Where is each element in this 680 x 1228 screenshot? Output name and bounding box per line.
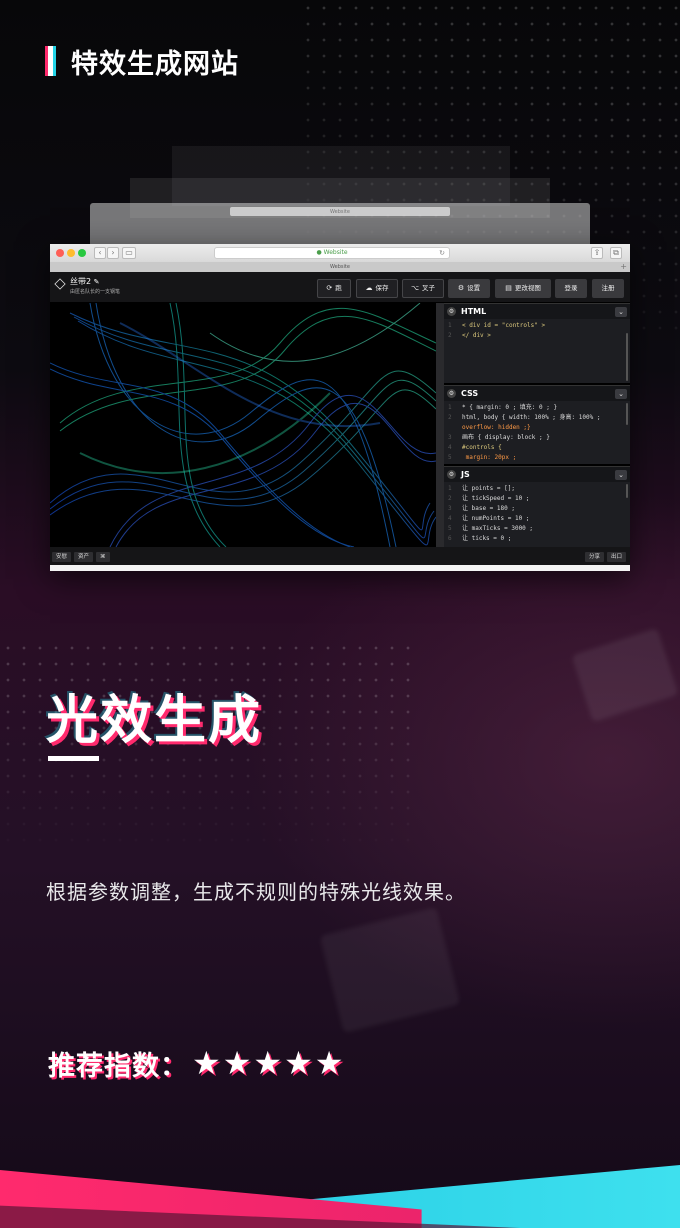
code-line: 3 画布 { display: block ; }: [448, 434, 550, 441]
code-line: overflow: hidden ;}: [462, 424, 531, 431]
layout-icon: ▤: [505, 284, 512, 292]
editor-workspace: ⚙ HTML ⌄ 1 < div id = "controls" > 2 </ di…: [50, 303, 630, 547]
dot-pattern-middle: [0, 640, 420, 870]
tab-bar: Website +: [50, 262, 630, 272]
js-panel: ⚙ JS ⌄ 1让 points = []; 2让 tickSpeed = 10…: [444, 466, 630, 547]
gear-icon[interactable]: ⚙: [447, 389, 456, 398]
header-accent-bar: [48, 46, 53, 76]
css-panel-title: CSS: [461, 389, 479, 398]
light-effect-preview[interactable]: [50, 303, 436, 547]
code-line: 2 html, body { width: 100% ; 身高: 100% ;: [448, 414, 601, 421]
code-line: 3让 base = 180 ;: [448, 505, 515, 512]
pencil-icon[interactable]: ✎: [94, 278, 100, 286]
chevron-down-icon[interactable]: ⌄: [615, 389, 627, 399]
chevron-down-icon[interactable]: ⌄: [615, 307, 627, 317]
browser-window: ‹ › ▭ ● Website ↻ ⇪ ⧉ Website + 丝带2 ✎ 由匿…: [50, 244, 630, 571]
editor-topbar: 丝带2 ✎ 由匿名队长的一支钢笔 ⟳ 跑 ☁ 保存 ⌥ 叉子 ⚙ 设置 ▤ 更改视图 登录…: [50, 272, 630, 303]
maximize-window-button[interactable]: [78, 249, 86, 257]
feature-title-underline: [48, 756, 99, 761]
scrollbar[interactable]: [626, 333, 628, 381]
pen-author: 由匿名队长的一支钢笔: [70, 289, 121, 295]
scrollbar[interactable]: [626, 403, 628, 425]
new-tab-icon[interactable]: +: [620, 262, 627, 272]
address-bar[interactable]: ● Website ↻: [214, 247, 450, 259]
blurred-card-decoration: [319, 906, 461, 1034]
run-button[interactable]: ⟳ 跑: [317, 279, 351, 298]
forward-arrow-icon[interactable]: ›: [107, 247, 119, 259]
feature-title: 光效生成: [46, 691, 263, 751]
css-code[interactable]: 1 * { margin: 0 ; 填充: 0 ; } 2 html, body {…: [444, 401, 630, 463]
assets-button[interactable]: 资产: [74, 552, 94, 562]
tab-title[interactable]: Website: [330, 264, 350, 270]
back-arrow-icon[interactable]: ‹: [94, 247, 106, 259]
blurred-card-decoration: [571, 627, 679, 723]
recommendation-rating: 推荐指数： ★★★★★: [48, 1042, 345, 1084]
resize-divider[interactable]: [436, 303, 444, 547]
close-window-button[interactable]: [56, 249, 64, 257]
sidebar-icon[interactable]: ▭: [122, 247, 136, 259]
scrollbar[interactable]: [626, 484, 628, 498]
refresh-icon: ⟳: [326, 284, 333, 292]
code-line: 5 margin: 20px ;: [448, 454, 517, 461]
signup-button[interactable]: 注册: [592, 279, 624, 298]
rating-label: 推荐指数：: [48, 1050, 188, 1082]
gear-icon[interactable]: ⚙: [447, 307, 456, 316]
gear-icon: ⚙: [457, 284, 465, 292]
share-icon[interactable]: ⇪: [591, 247, 603, 259]
address-bar-url: Website: [323, 249, 348, 256]
lock-icon: ●: [316, 249, 322, 256]
html-panel: ⚙ HTML ⌄ 1 < div id = "controls" > 2 </ di…: [444, 303, 630, 385]
code-line: 1让 points = [];: [448, 485, 515, 492]
code-editors: ⚙ HTML ⌄ 1 < div id = "controls" > 2 </ di…: [444, 303, 630, 547]
settings-button[interactable]: ⚙ 设置: [448, 279, 490, 298]
html-panel-title: HTML: [461, 307, 487, 316]
save-button[interactable]: ☁ 保存: [356, 279, 398, 298]
browser-bottom-edge: [50, 565, 630, 571]
js-panel-title: JS: [461, 470, 470, 479]
chevron-down-icon[interactable]: ⌄: [615, 470, 627, 480]
html-code[interactable]: 1 < div id = "controls" > 2 </ div >: [444, 319, 630, 381]
code-line: 2 </ div >: [448, 332, 491, 339]
ghost-window-title: Website: [330, 209, 350, 215]
star-icons: ★★★★★: [192, 1044, 346, 1082]
css-panel-header: ⚙ CSS ⌄: [444, 385, 630, 401]
code-line: 2让 tickSpeed = 10 ;: [448, 495, 530, 502]
login-button[interactable]: 登录: [555, 279, 587, 298]
css-panel: ⚙ CSS ⌄ 1 * { margin: 0 ; 填充: 0 ; } 2 html…: [444, 385, 630, 466]
codepen-logo-icon[interactable]: [54, 278, 66, 290]
cloud-icon: ☁: [365, 284, 373, 292]
fork-icon: ⌥: [410, 284, 420, 292]
page-header: 特效生成网站: [48, 44, 239, 80]
shortcuts-button[interactable]: ⌘: [96, 552, 110, 562]
pen-title[interactable]: 丝带2 ✎: [70, 276, 100, 287]
code-line: 6让 ticks = 0 ;: [448, 535, 512, 542]
html-panel-header: ⚙ HTML ⌄: [444, 303, 630, 319]
reload-icon[interactable]: ↻: [439, 248, 445, 258]
ribbon-light-artwork: [50, 303, 436, 547]
editor-bottombar: 安慰 资产 ⌘ 分享 出口: [50, 547, 630, 565]
ghost-window-front: Website: [90, 203, 590, 247]
code-line: 5让 maxTicks = 3000 ;: [448, 525, 534, 532]
page-title: 特效生成网站: [71, 48, 239, 80]
share-button[interactable]: 分享: [585, 552, 605, 562]
gear-icon[interactable]: ⚙: [447, 470, 456, 479]
minimize-window-button[interactable]: [67, 249, 75, 257]
code-line: 1 * { margin: 0 ; 填充: 0 ; }: [448, 404, 558, 411]
change-view-button[interactable]: ▤ 更改视图: [495, 279, 551, 298]
console-button[interactable]: 安慰: [52, 552, 72, 562]
js-code[interactable]: 1让 points = []; 2让 tickSpeed = 10 ; 3让 b…: [444, 482, 630, 544]
code-line: 4 #controls {: [448, 444, 502, 451]
code-line: 4让 numPoints = 10 ;: [448, 515, 530, 522]
fork-button[interactable]: ⌥ 叉子: [402, 279, 444, 298]
feature-description: 根据参数调整，生成不规则的特殊光线效果。: [46, 880, 466, 904]
browser-titlebar: ‹ › ▭ ● Website ↻ ⇪ ⧉: [50, 244, 630, 262]
js-panel-header: ⚙ JS ⌄: [444, 466, 630, 482]
export-button[interactable]: 出口: [607, 552, 627, 562]
tabs-overview-icon[interactable]: ⧉: [610, 247, 622, 259]
code-line: 1 < div id = "controls" >: [448, 322, 546, 329]
